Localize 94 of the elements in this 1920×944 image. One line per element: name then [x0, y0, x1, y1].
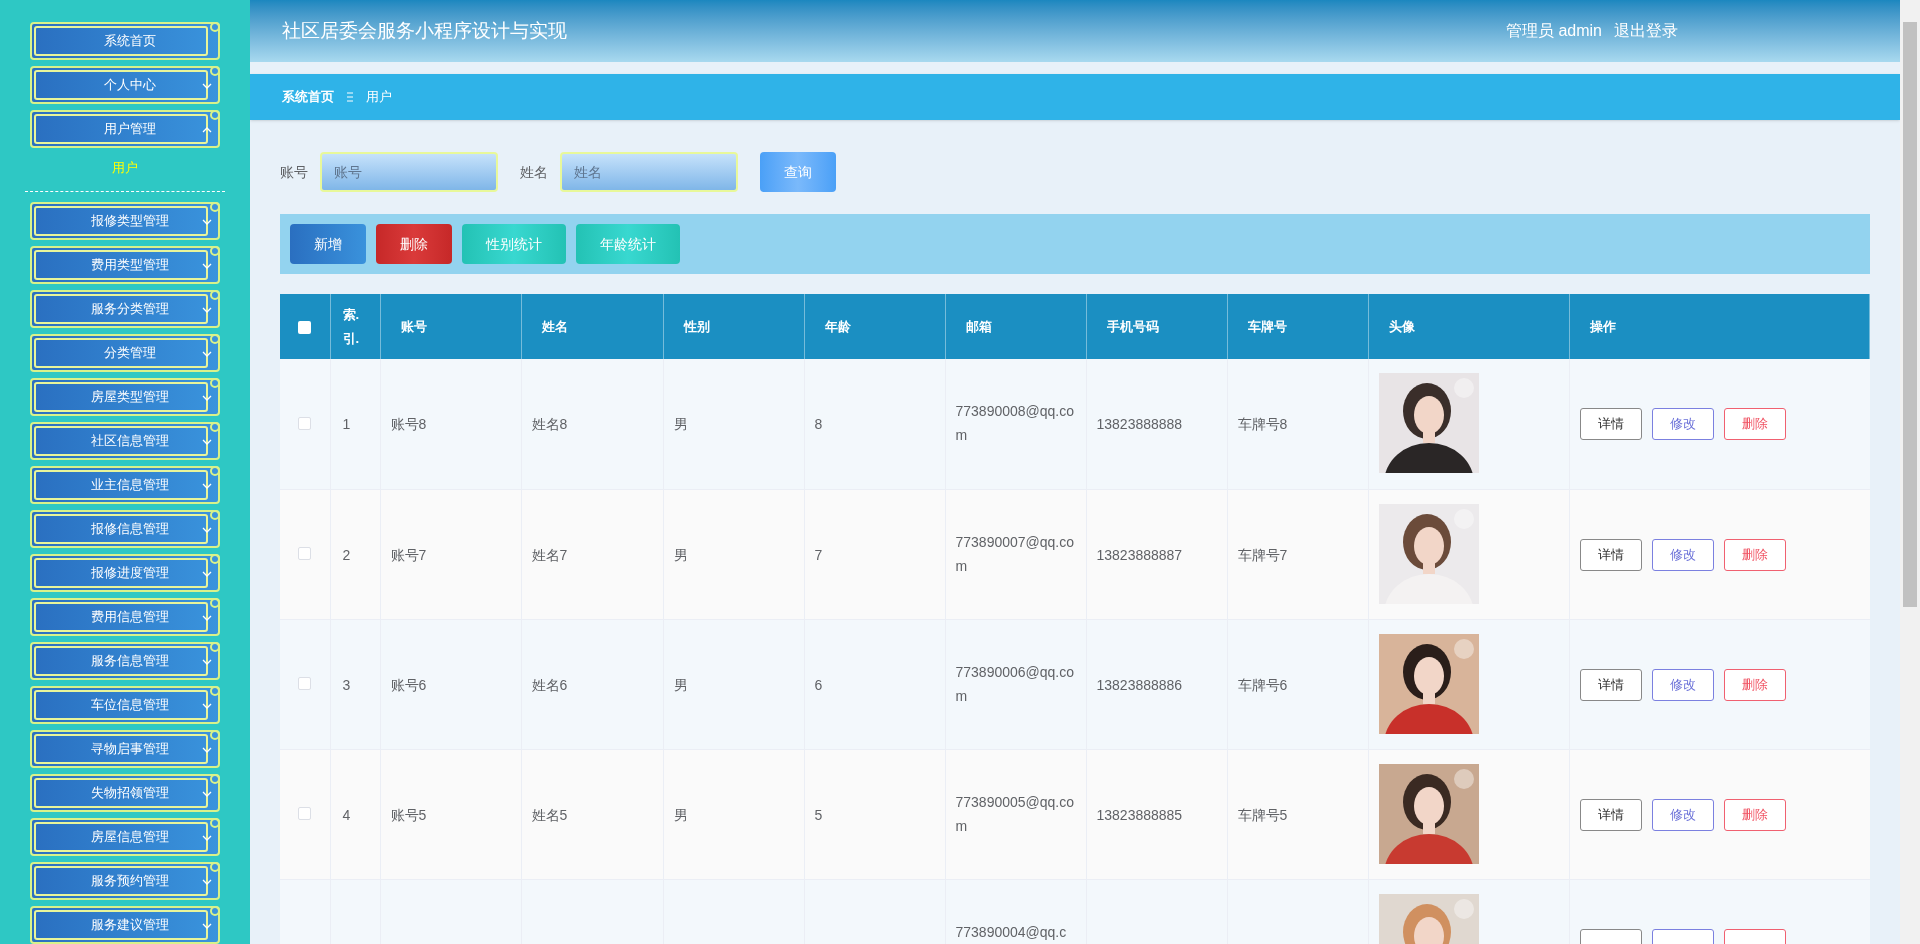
table-cell: 773890005@qq.com	[955, 793, 1075, 834]
field-label: 账号	[280, 162, 308, 182]
table-cell: 8	[814, 416, 823, 432]
menu-item[interactable]: 房屋类型管理	[30, 378, 220, 416]
edit-button[interactable]: 修改	[1651, 538, 1714, 571]
table-cell: 姓名6	[531, 676, 568, 693]
table-cell: 姓名5	[531, 806, 568, 823]
menu-item[interactable]: 费用类型管理	[30, 246, 220, 284]
table-cell: 账号5	[390, 806, 427, 823]
menu-item[interactable]: 系统首页	[30, 22, 220, 60]
menu-item[interactable]: 报修信息管理	[30, 510, 220, 548]
table-cell: 账号6	[390, 676, 427, 693]
row-checkbox[interactable]	[298, 416, 312, 430]
column-header: 账号	[400, 318, 427, 334]
column-header: 性别	[683, 318, 710, 334]
table-cell: 4	[342, 806, 351, 823]
table-cell: 13823888888	[1096, 416, 1183, 432]
edit-button[interactable]: 修改	[1651, 668, 1714, 701]
menu-item[interactable]: 社区信息管理	[30, 422, 220, 460]
column-header: 车牌号	[1247, 318, 1287, 334]
menu-item[interactable]: 费用信息管理	[30, 598, 220, 636]
edit-button[interactable]: 修改	[1651, 798, 1714, 831]
column-header: 手机号码	[1106, 318, 1159, 334]
search-field[interactable]: 姓名	[560, 152, 738, 192]
details-button[interactable]: 详情	[1579, 538, 1642, 571]
table-cell: 车牌号7	[1237, 546, 1288, 563]
menu-item[interactable]: 房屋信息管理	[30, 818, 220, 856]
table-cell: 男	[673, 546, 688, 563]
table-cell: 姓名8	[531, 416, 568, 432]
column-header: 姓名	[541, 318, 568, 334]
field-label: 姓名	[520, 162, 548, 182]
delete-button[interactable]: 删除	[1723, 668, 1786, 701]
menu-item[interactable]: 服务信息管理	[30, 642, 220, 680]
scrollbar-thumb[interactable]	[1903, 22, 1917, 607]
details-button[interactable]: 详情	[1579, 408, 1642, 440]
table-cell: 13823888885	[1096, 806, 1183, 823]
query-button[interactable]: 查询	[760, 152, 836, 192]
row-checkbox[interactable]	[298, 547, 312, 561]
delete-button[interactable]: 删除	[1723, 408, 1786, 440]
table-cell: 773890006@qq.com	[955, 663, 1075, 704]
table-cell: 773890007@qq.com	[955, 533, 1075, 574]
details-button[interactable]: 详情	[1579, 798, 1642, 831]
table-cell: 男	[673, 806, 688, 823]
column-header: 操作	[1589, 318, 1616, 334]
separator-icon	[346, 92, 354, 102]
column-header: 年龄	[824, 318, 851, 334]
table-cell: 男	[673, 676, 688, 693]
table-cell: 车牌号8	[1237, 416, 1288, 432]
menu-item[interactable]: 报修类型管理	[30, 202, 220, 240]
breadcrumb-link[interactable]: 用户	[366, 87, 392, 107]
menu-item[interactable]: 分类管理	[30, 334, 220, 372]
table-cell: 13823888887	[1096, 546, 1183, 563]
menu-item[interactable]: 服务分类管理	[30, 290, 220, 328]
table-cell: 773890004@qq.c	[955, 923, 1067, 940]
column-header: 索.引.	[342, 305, 359, 348]
search-field[interactable]: 账号	[320, 152, 498, 192]
menu-item[interactable]: 个人中心	[30, 66, 220, 104]
user-label: 管理员 admin	[1505, 21, 1602, 41]
row-checkbox[interactable]	[298, 677, 312, 691]
table-cell: 1	[342, 416, 351, 432]
table-cell: 3	[342, 676, 351, 693]
table-cell: 车牌号5	[1237, 806, 1288, 823]
table-cell: 男	[673, 416, 688, 432]
row-checkbox[interactable]	[298, 807, 312, 821]
action-button[interactable]: 新增	[290, 224, 366, 264]
table-cell: 账号8	[390, 416, 427, 432]
menu-item[interactable]: 业主信息管理	[30, 466, 220, 504]
table-cell: 姓名7	[531, 546, 568, 563]
logout-link[interactable]: 退出登录	[1614, 19, 1678, 43]
menu-item[interactable]: 寻物启事管理	[30, 730, 220, 768]
delete-button[interactable]: 删除	[1723, 798, 1786, 831]
delete-button[interactable]: 删除	[1723, 538, 1786, 571]
details-button[interactable]: 详情	[1579, 668, 1642, 701]
menu-item[interactable]: 用户管理	[30, 110, 220, 148]
select-all-checkbox[interactable]	[298, 320, 312, 334]
table-cell: 773890008@qq.com	[955, 403, 1075, 443]
menu-item[interactable]: 失物招领管理	[30, 774, 220, 812]
column-header: 头像	[1388, 318, 1415, 334]
table-cell: 账号7	[390, 546, 427, 563]
column-header: 邮箱	[965, 318, 992, 334]
table-cell: 车牌号6	[1237, 676, 1288, 693]
table-cell: 13823888886	[1096, 676, 1183, 693]
table-cell: 2	[342, 546, 351, 563]
table-cell: 6	[814, 676, 823, 693]
edit-button[interactable]: 修改	[1651, 408, 1714, 440]
menu-item[interactable]: 车位信息管理	[30, 686, 220, 724]
table-cell: 7	[814, 546, 823, 563]
table-cell: 5	[814, 806, 823, 823]
breadcrumb-link[interactable]: 系统首页	[282, 87, 334, 107]
menu-item[interactable]: 服务建议管理	[30, 906, 220, 944]
action-button[interactable]: 删除	[376, 224, 452, 264]
menu-item[interactable]: 服务预约管理	[30, 862, 220, 900]
menu-item[interactable]: 报修进度管理	[30, 554, 220, 592]
app-title: 社区居委会服务小程序设计与实现	[282, 18, 567, 43]
